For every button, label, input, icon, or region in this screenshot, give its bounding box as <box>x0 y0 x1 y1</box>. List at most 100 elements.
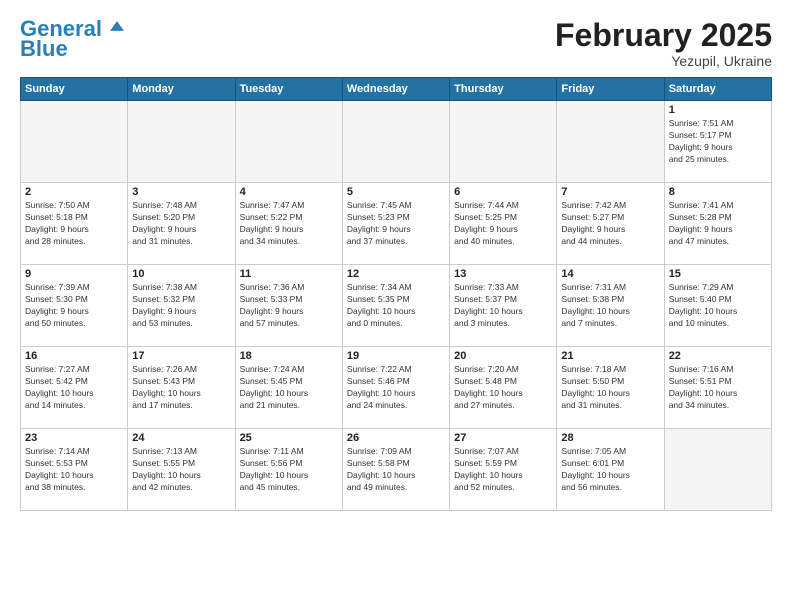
day-number: 17 <box>132 350 230 362</box>
day-number: 25 <box>240 432 338 444</box>
day-cell: 17 Sunrise: 7:26 AM Sunset: 5:43 PM Dayli… <box>128 347 235 429</box>
day-number: 3 <box>132 186 230 198</box>
day-header-sunday: Sunday <box>21 78 128 101</box>
day-number: 9 <box>25 268 123 280</box>
day-info: Sunrise: 7:22 AM Sunset: 5:46 PM Dayligh… <box>347 364 445 412</box>
calendar-table: SundayMondayTuesdayWednesdayThursdayFrid… <box>20 77 772 511</box>
day-cell: 11 Sunrise: 7:36 AM Sunset: 5:33 PM Dayli… <box>235 265 342 347</box>
day-info: Sunrise: 7:26 AM Sunset: 5:43 PM Dayligh… <box>132 364 230 412</box>
day-info: Sunrise: 7:33 AM Sunset: 5:37 PM Dayligh… <box>454 282 552 330</box>
day-info: Sunrise: 7:50 AM Sunset: 5:18 PM Dayligh… <box>25 200 123 248</box>
week-row-2: 9 Sunrise: 7:39 AM Sunset: 5:30 PM Daylig… <box>21 265 772 347</box>
day-cell: 23Sunrise: 7:14 AM Sunset: 5:53 PM Dayli… <box>21 429 128 511</box>
day-cell: 20 Sunrise: 7:20 AM Sunset: 5:48 PM Dayli… <box>450 347 557 429</box>
day-header-monday: Monday <box>128 78 235 101</box>
logo: General Blue <box>20 18 124 62</box>
day-number: 26 <box>347 432 445 444</box>
day-cell: 5 Sunrise: 7:45 AM Sunset: 5:23 PM Daylig… <box>342 183 449 265</box>
day-cell <box>235 101 342 183</box>
day-cell <box>128 101 235 183</box>
day-info: Sunrise: 7:18 AM Sunset: 5:50 PM Dayligh… <box>561 364 659 412</box>
day-number: 2 <box>25 186 123 198</box>
day-info: Sunrise: 7:24 AM Sunset: 5:45 PM Dayligh… <box>240 364 338 412</box>
day-number: 18 <box>240 350 338 362</box>
day-number: 11 <box>240 268 338 280</box>
day-number: 10 <box>132 268 230 280</box>
day-number: 1 <box>669 104 767 116</box>
day-cell <box>342 101 449 183</box>
day-info: Sunrise: 7:48 AM Sunset: 5:20 PM Dayligh… <box>132 200 230 248</box>
day-info: Sunrise: 7:34 AM Sunset: 5:35 PM Dayligh… <box>347 282 445 330</box>
day-cell: 3 Sunrise: 7:48 AM Sunset: 5:20 PM Daylig… <box>128 183 235 265</box>
day-info: Sunrise: 7:51 AM Sunset: 5:17 PM Dayligh… <box>669 118 767 166</box>
day-cell: 19 Sunrise: 7:22 AM Sunset: 5:46 PM Dayli… <box>342 347 449 429</box>
day-number: 12 <box>347 268 445 280</box>
day-info: Sunrise: 7:14 AM Sunset: 5:53 PM Dayligh… <box>25 446 123 494</box>
day-number: 19 <box>347 350 445 362</box>
day-info: Sunrise: 7:42 AM Sunset: 5:27 PM Dayligh… <box>561 200 659 248</box>
day-info: Sunrise: 7:47 AM Sunset: 5:22 PM Dayligh… <box>240 200 338 248</box>
day-cell: 27Sunrise: 7:07 AM Sunset: 5:59 PM Dayli… <box>450 429 557 511</box>
day-cell: 15 Sunrise: 7:29 AM Sunset: 5:40 PM Dayli… <box>664 265 771 347</box>
day-cell: 7 Sunrise: 7:42 AM Sunset: 5:27 PM Daylig… <box>557 183 664 265</box>
subtitle: Yezupil, Ukraine <box>555 53 772 69</box>
day-cell: 6 Sunrise: 7:44 AM Sunset: 5:25 PM Daylig… <box>450 183 557 265</box>
day-cell: 12 Sunrise: 7:34 AM Sunset: 5:35 PM Dayli… <box>342 265 449 347</box>
month-title: February 2025 <box>555 18 772 53</box>
day-cell: 1 Sunrise: 7:51 AM Sunset: 5:17 PM Daylig… <box>664 101 771 183</box>
day-number: 21 <box>561 350 659 362</box>
day-number: 20 <box>454 350 552 362</box>
day-cell: 2 Sunrise: 7:50 AM Sunset: 5:18 PM Daylig… <box>21 183 128 265</box>
day-info: Sunrise: 7:05 AM Sunset: 6:01 PM Dayligh… <box>561 446 659 494</box>
day-cell <box>664 429 771 511</box>
day-header-friday: Friday <box>557 78 664 101</box>
header: General Blue February 2025 Yezupil, Ukra… <box>20 18 772 69</box>
day-cell: 18 Sunrise: 7:24 AM Sunset: 5:45 PM Dayli… <box>235 347 342 429</box>
day-info: Sunrise: 7:44 AM Sunset: 5:25 PM Dayligh… <box>454 200 552 248</box>
day-cell: 8 Sunrise: 7:41 AM Sunset: 5:28 PM Daylig… <box>664 183 771 265</box>
day-info: Sunrise: 7:36 AM Sunset: 5:33 PM Dayligh… <box>240 282 338 330</box>
day-number: 6 <box>454 186 552 198</box>
day-cell: 25Sunrise: 7:11 AM Sunset: 5:56 PM Dayli… <box>235 429 342 511</box>
day-number: 13 <box>454 268 552 280</box>
day-info: Sunrise: 7:13 AM Sunset: 5:55 PM Dayligh… <box>132 446 230 494</box>
day-number: 5 <box>347 186 445 198</box>
day-info: Sunrise: 7:16 AM Sunset: 5:51 PM Dayligh… <box>669 364 767 412</box>
day-cell: 4Sunrise: 7:47 AM Sunset: 5:22 PM Daylig… <box>235 183 342 265</box>
calendar-page: General Blue February 2025 Yezupil, Ukra… <box>0 0 792 612</box>
week-row-0: 1 Sunrise: 7:51 AM Sunset: 5:17 PM Daylig… <box>21 101 772 183</box>
calendar-body: 1 Sunrise: 7:51 AM Sunset: 5:17 PM Daylig… <box>21 101 772 511</box>
day-cell: 22 Sunrise: 7:16 AM Sunset: 5:51 PM Dayli… <box>664 347 771 429</box>
week-row-4: 23Sunrise: 7:14 AM Sunset: 5:53 PM Dayli… <box>21 429 772 511</box>
day-info: Sunrise: 7:29 AM Sunset: 5:40 PM Dayligh… <box>669 282 767 330</box>
day-number: 28 <box>561 432 659 444</box>
title-area: February 2025 Yezupil, Ukraine <box>555 18 772 69</box>
day-number: 14 <box>561 268 659 280</box>
day-cell: 13 Sunrise: 7:33 AM Sunset: 5:37 PM Dayli… <box>450 265 557 347</box>
day-cell: 9 Sunrise: 7:39 AM Sunset: 5:30 PM Daylig… <box>21 265 128 347</box>
day-number: 7 <box>561 186 659 198</box>
day-info: Sunrise: 7:38 AM Sunset: 5:32 PM Dayligh… <box>132 282 230 330</box>
day-info: Sunrise: 7:20 AM Sunset: 5:48 PM Dayligh… <box>454 364 552 412</box>
day-info: Sunrise: 7:07 AM Sunset: 5:59 PM Dayligh… <box>454 446 552 494</box>
week-row-1: 2 Sunrise: 7:50 AM Sunset: 5:18 PM Daylig… <box>21 183 772 265</box>
day-info: Sunrise: 7:45 AM Sunset: 5:23 PM Dayligh… <box>347 200 445 248</box>
day-number: 15 <box>669 268 767 280</box>
day-info: Sunrise: 7:27 AM Sunset: 5:42 PM Dayligh… <box>25 364 123 412</box>
day-cell: 21 Sunrise: 7:18 AM Sunset: 5:50 PM Dayli… <box>557 347 664 429</box>
day-header-thursday: Thursday <box>450 78 557 101</box>
day-cell <box>21 101 128 183</box>
day-info: Sunrise: 7:41 AM Sunset: 5:28 PM Dayligh… <box>669 200 767 248</box>
day-number: 22 <box>669 350 767 362</box>
day-number: 8 <box>669 186 767 198</box>
day-header-wednesday: Wednesday <box>342 78 449 101</box>
day-header-saturday: Saturday <box>664 78 771 101</box>
day-info: Sunrise: 7:39 AM Sunset: 5:30 PM Dayligh… <box>25 282 123 330</box>
day-cell: 10 Sunrise: 7:38 AM Sunset: 5:32 PM Dayli… <box>128 265 235 347</box>
day-cell <box>450 101 557 183</box>
day-header-tuesday: Tuesday <box>235 78 342 101</box>
day-cell: 16Sunrise: 7:27 AM Sunset: 5:42 PM Dayli… <box>21 347 128 429</box>
day-cell: 24Sunrise: 7:13 AM Sunset: 5:55 PM Dayli… <box>128 429 235 511</box>
day-info: Sunrise: 7:09 AM Sunset: 5:58 PM Dayligh… <box>347 446 445 494</box>
week-row-3: 16Sunrise: 7:27 AM Sunset: 5:42 PM Dayli… <box>21 347 772 429</box>
